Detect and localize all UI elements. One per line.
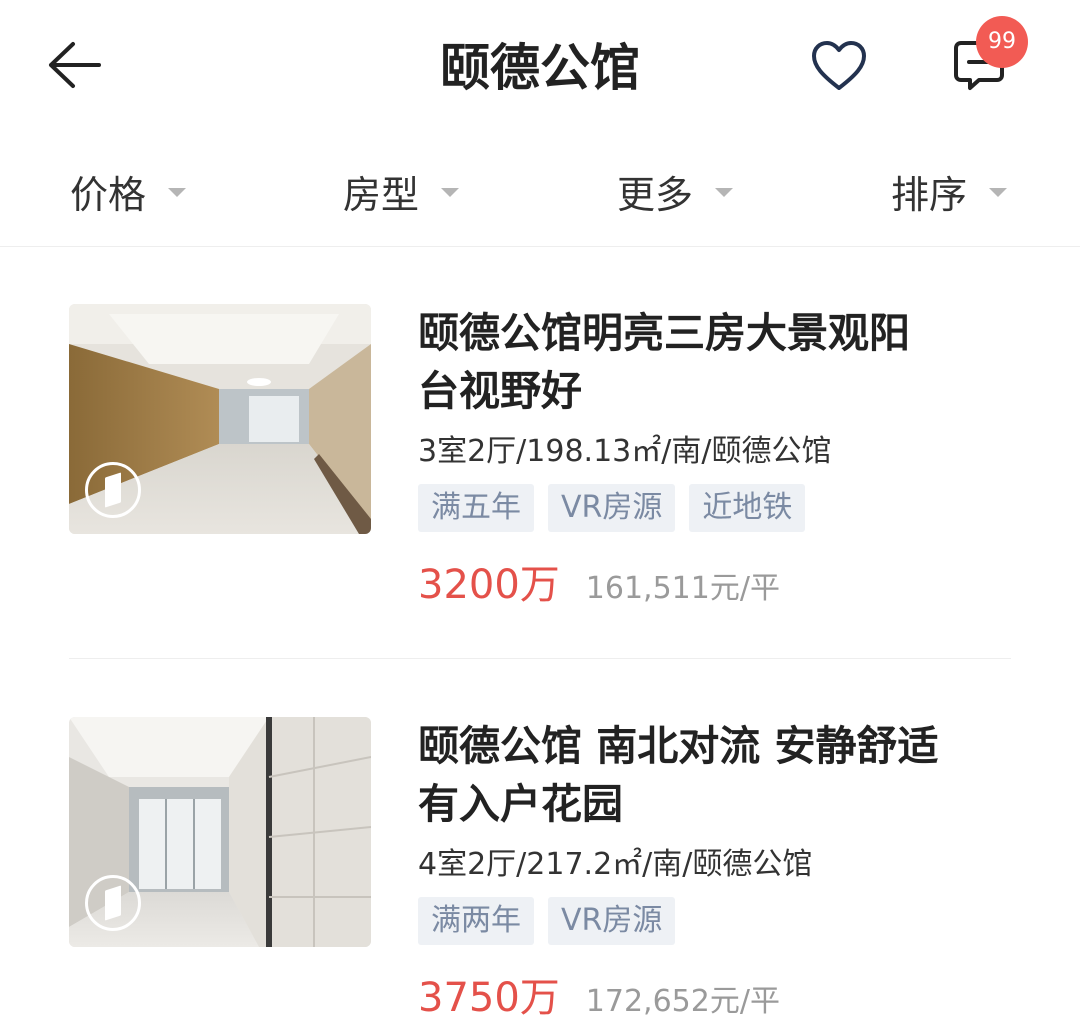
favorite-button[interactable] (806, 36, 872, 96)
filter-bar: 价格 房型 更多 排序 (0, 146, 1080, 246)
vr-door-icon (85, 462, 141, 518)
filter-room-type[interactable]: 房型 (343, 166, 460, 217)
listing-photo[interactable] (69, 304, 371, 534)
filter-more[interactable]: 更多 (617, 166, 734, 217)
listing-title-line: 有入户花园 (418, 780, 623, 828)
price-row: 3200万 161,511元/平 (418, 552, 1018, 610)
divider (0, 246, 1080, 247)
listing-meta: 3室2厅/198.13㎡/南/颐德公馆 (418, 434, 832, 469)
caret-down-icon (715, 187, 734, 197)
filter-label: 更多 (617, 172, 694, 217)
listing-info: 颐德公馆明亮三房大景观阳 台视野好 3室2厅/198.13㎡/南/颐德公馆 满五… (418, 304, 1018, 610)
listing-title-line: 台视野好 (418, 367, 582, 415)
listing-title: 颐德公馆 南北对流 安静舒适 有入户花园 (418, 717, 1018, 833)
listing-title: 颐德公馆明亮三房大景观阳 台视野好 (418, 304, 1018, 420)
tag: 近地铁 (689, 484, 806, 532)
listing-title-line: 颐德公馆 南北对流 安静舒适 (418, 722, 939, 770)
listing-title-line: 颐德公馆明亮三房大景观阳 (418, 309, 910, 357)
caret-down-icon (989, 187, 1008, 197)
tag: 满两年 (418, 897, 534, 945)
listing-meta: 4室2厅/217.2㎡/南/颐德公馆 (418, 847, 813, 882)
listing-tags: 满五年 VR房源 近地铁 (418, 484, 1018, 532)
caret-down-icon (441, 187, 460, 197)
filter-label: 价格 (70, 172, 147, 217)
tag: 满五年 (418, 484, 534, 532)
total-price: 3200万 (418, 562, 560, 608)
filter-label: 排序 (891, 172, 968, 217)
unit-price: 172,652元/平 (585, 984, 780, 1019)
tag: VR房源 (548, 897, 676, 945)
price-row: 3750万 172,652元/平 (418, 965, 1018, 1023)
total-price: 3750万 (418, 975, 560, 1021)
filter-price[interactable]: 价格 (70, 166, 187, 217)
divider (69, 658, 1011, 659)
listing-info: 颐德公馆 南北对流 安静舒适 有入户花园 4室2厅/217.2㎡/南/颐德公馆 … (418, 717, 1018, 1023)
listing-card[interactable]: 颐德公馆明亮三房大景观阳 台视野好 3室2厅/198.13㎡/南/颐德公馆 满五… (0, 300, 1080, 630)
caret-down-icon (168, 187, 187, 197)
listing-photo[interactable] (69, 717, 371, 947)
listing-tags: 满两年 VR房源 (418, 897, 1018, 945)
filter-sort[interactable]: 排序 (891, 166, 1008, 217)
vr-door-icon (85, 875, 141, 931)
page-title: 颐德公馆 (440, 39, 640, 97)
top-bar: 颐德公馆 99 (0, 0, 1080, 130)
message-count-badge: 99 (976, 16, 1028, 68)
heart-icon (812, 41, 866, 90)
unit-price: 161,511元/平 (585, 571, 780, 606)
filter-label: 房型 (343, 172, 420, 217)
tag: VR房源 (548, 484, 676, 532)
listing-card[interactable]: 颐德公馆 南北对流 安静舒适 有入户花园 4室2厅/217.2㎡/南/颐德公馆 … (0, 713, 1080, 1034)
